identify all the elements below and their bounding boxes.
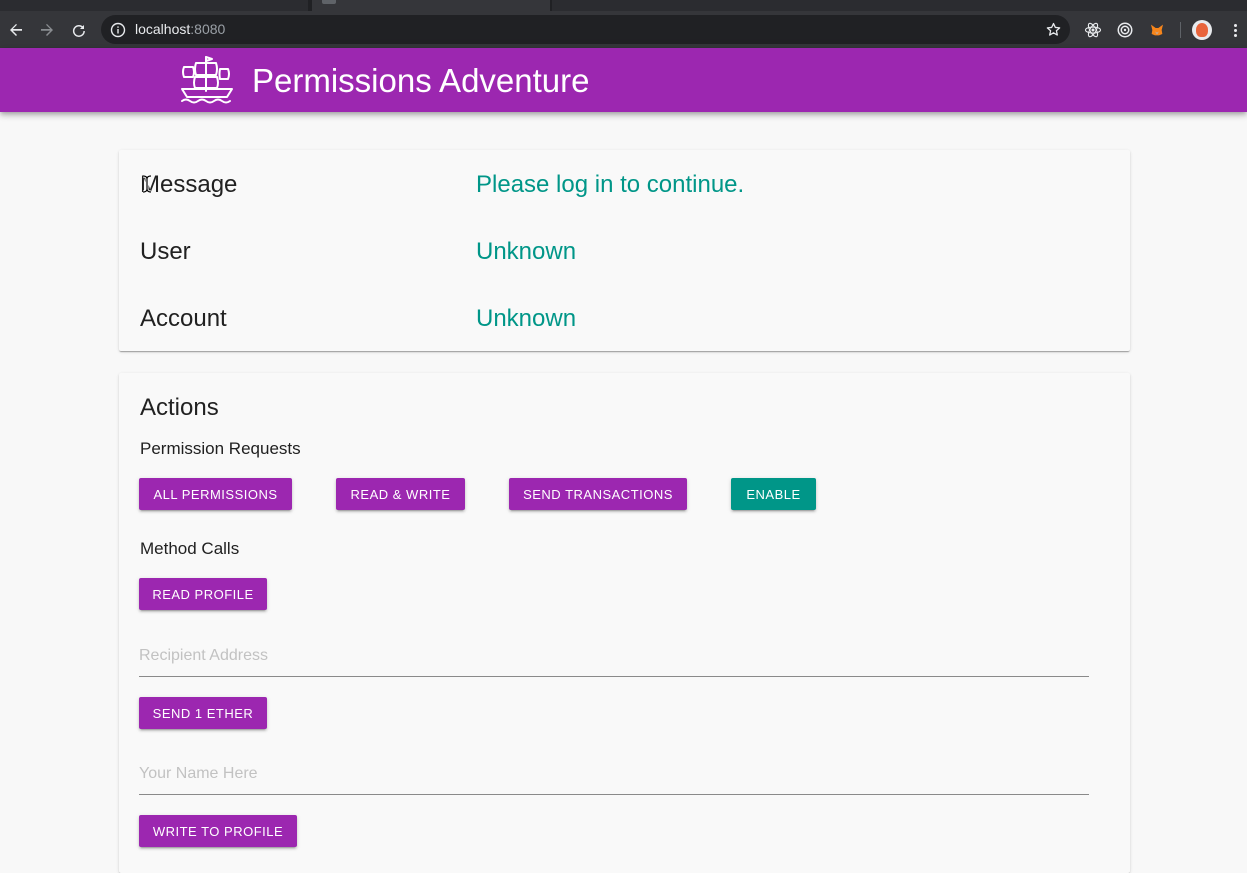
actions-title: Actions — [140, 394, 219, 421]
metamask-extension-icon[interactable] — [1147, 20, 1167, 40]
read-profile-button[interactable]: READ PROFILE — [139, 578, 267, 610]
browser-toolbar: localhost:8080 — [0, 11, 1247, 48]
address-url: localhost:8080 — [135, 21, 225, 38]
recipient-address-input[interactable] — [139, 636, 1089, 677]
message-label: Message — [140, 171, 238, 198]
fox-icon — [1151, 24, 1163, 36]
tab-favicon-icon — [322, 0, 336, 4]
enable-button[interactable]: ENABLE — [731, 478, 816, 510]
atom-icon — [1084, 22, 1102, 38]
bookmark-star-icon[interactable] — [1045, 21, 1062, 38]
back-arrow-icon — [10, 23, 22, 36]
permission-requests-heading: Permission Requests — [140, 439, 301, 458]
reload-button[interactable] — [65, 11, 93, 48]
user-value: Unknown — [476, 238, 577, 265]
browser-tab-strip — [0, 0, 1247, 11]
write-to-profile-button[interactable]: WRITE TO PROFILE — [139, 815, 297, 847]
target-extension-icon[interactable] — [1115, 20, 1135, 40]
address-bar[interactable]: localhost:8080 — [101, 15, 1070, 44]
text-cursor-icon — [142, 175, 152, 193]
name-input[interactable] — [139, 754, 1089, 795]
browser-tab-next[interactable] — [552, 0, 1247, 11]
send-ether-button[interactable]: SEND 1 ETHER — [139, 697, 267, 729]
actions-card: Actions Permission Requests ALL PERMISSI… — [119, 373, 1130, 873]
profile-avatar-icon[interactable] — [1192, 20, 1212, 40]
back-button[interactable] — [2, 11, 30, 48]
ship-logo-icon — [181, 56, 233, 104]
browser-menu-icon[interactable] — [1225, 20, 1245, 40]
url-host: localhost — [135, 21, 191, 37]
all-permissions-button[interactable]: ALL PERMISSIONS — [139, 478, 292, 510]
info-icon[interactable] — [110, 22, 126, 38]
toolbar-separator — [1180, 22, 1181, 38]
url-port: :8080 — [190, 21, 226, 37]
method-calls-heading: Method Calls — [140, 539, 240, 558]
react-devtools-extension-icon[interactable] — [1083, 20, 1103, 40]
message-value: Please log in to continue. — [476, 171, 745, 198]
target-icon — [1117, 22, 1133, 38]
browser-tab-previous[interactable] — [0, 0, 308, 11]
account-label: Account — [140, 305, 227, 332]
browser-tab-active[interactable] — [312, 0, 550, 11]
reload-icon — [72, 24, 85, 37]
read-write-button[interactable]: READ & WRITE — [336, 478, 465, 510]
send-transactions-button[interactable]: SEND TRANSACTIONS — [509, 478, 687, 510]
forward-arrow-icon — [41, 23, 53, 36]
status-card: Message Please log in to continue. User … — [119, 150, 1130, 351]
account-value: Unknown — [476, 305, 577, 332]
app-title: Permissions Adventure — [252, 62, 590, 99]
user-label: User — [140, 238, 191, 265]
forward-button[interactable] — [33, 11, 61, 48]
app-bar: Permissions Adventure — [0, 48, 1247, 112]
